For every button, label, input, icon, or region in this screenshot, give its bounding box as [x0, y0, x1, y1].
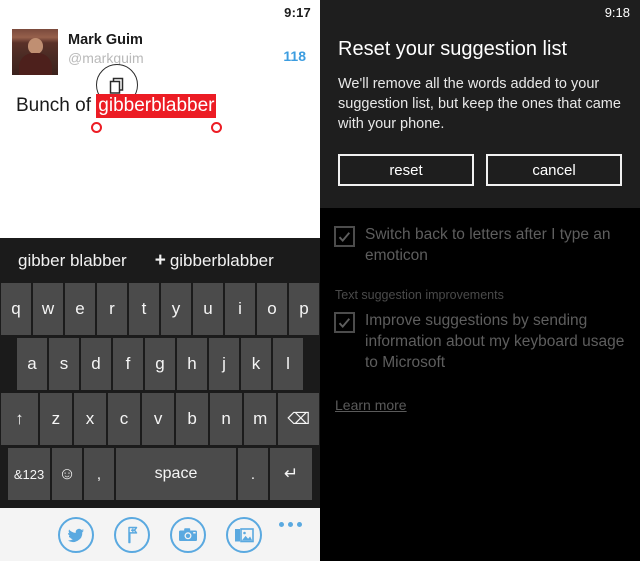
key-h[interactable]: h	[177, 338, 207, 390]
on-screen-keyboard: gibber blabber + gibberblabber q w e r t…	[0, 238, 320, 508]
enter-key[interactable]: ↵	[270, 448, 312, 500]
key-v[interactable]: v	[142, 393, 175, 445]
emoji-key[interactable]: ☺	[52, 448, 82, 500]
key-a[interactable]: a	[17, 338, 47, 390]
status-bar-right: 9:18	[320, 0, 640, 24]
cancel-button[interactable]: cancel	[486, 154, 622, 186]
key-x[interactable]: x	[73, 393, 106, 445]
app-bar	[0, 508, 320, 561]
key-o[interactable]: o	[257, 283, 287, 335]
section-header-text-suggestion-improvements: Text suggestion improvements	[335, 288, 504, 302]
keyboard-row-2: a s d f g h j k l	[0, 338, 320, 390]
setting-label: Improve suggestions by sending informati…	[365, 312, 625, 371]
shift-key[interactable]: ↑	[1, 393, 38, 445]
checkbox-checked-icon[interactable]	[334, 226, 355, 247]
author-handle: @markguim	[68, 50, 144, 66]
keyboard-row-3: ↑ z x c v b n m ⌫	[0, 393, 320, 445]
key-l[interactable]: l	[273, 338, 303, 390]
learn-more-link[interactable]: Learn more	[335, 397, 407, 413]
key-y[interactable]: y	[161, 283, 191, 335]
camera-icon[interactable]	[170, 516, 206, 553]
status-bar-left: 9:17	[0, 0, 320, 24]
settings-list-dimmed: Switch back to letters after I type an e…	[320, 208, 640, 415]
key-n[interactable]: n	[210, 393, 243, 445]
character-count: 118	[283, 48, 306, 64]
key-q[interactable]: q	[1, 283, 31, 335]
more-dot	[279, 522, 284, 527]
keyboard-row-4: &123 ☺ , space . ↵	[0, 448, 320, 500]
author-name: Mark Guim	[68, 32, 143, 48]
dialog-title: Reset your suggestion list	[338, 38, 568, 60]
suggestion-label: gibber blabber	[18, 251, 127, 270]
right-panel-keyboard-settings: 9:18 Reset your suggestion list We'll re…	[320, 0, 640, 561]
more-dot	[288, 522, 293, 527]
checkbox-checked-icon[interactable]	[334, 312, 355, 333]
location-pin-icon[interactable]	[114, 516, 150, 553]
left-panel-twitter-compose: 9:17 Mark Guim @markguim 118 Bunch of gi…	[0, 0, 320, 561]
backspace-key[interactable]: ⌫	[278, 393, 320, 445]
status-time: 9:18	[604, 4, 630, 20]
avatar[interactable]	[12, 29, 58, 75]
setting-switch-back-to-letters[interactable]: Switch back to letters after I type an e…	[334, 224, 626, 266]
author-block: Mark Guim @markguim	[68, 29, 144, 68]
key-e[interactable]: e	[65, 283, 95, 335]
key-f[interactable]: f	[113, 338, 143, 390]
keyboard-row-1: q w e r t y u i o p	[0, 283, 320, 335]
compose-text-plain: Bunch of	[16, 95, 97, 116]
suggestion-item-0[interactable]: gibber blabber	[18, 251, 127, 271]
reset-button[interactable]: reset	[338, 154, 474, 186]
reset-suggestion-dialog: Reset your suggestion list We'll remove …	[320, 24, 640, 208]
numbers-symbols-key[interactable]: &123	[8, 448, 50, 500]
compose-text[interactable]: Bunch of gibberblabber	[16, 93, 223, 133]
key-j[interactable]: j	[209, 338, 239, 390]
tweet-icon[interactable]	[58, 516, 94, 553]
plus-icon: +	[154, 250, 166, 271]
dual-screenshot-composite: 9:17 Mark Guim @markguim 118 Bunch of gi…	[0, 0, 640, 561]
suggestion-label: gibberblabber	[169, 251, 274, 270]
key-c[interactable]: c	[108, 393, 141, 445]
more-dot	[297, 522, 302, 527]
text-selection[interactable]: gibberblabber	[91, 93, 223, 133]
key-r[interactable]: r	[97, 283, 127, 335]
period-key[interactable]: .	[238, 448, 268, 500]
key-b[interactable]: b	[176, 393, 209, 445]
key-w[interactable]: w	[33, 283, 63, 335]
photos-icon[interactable]	[226, 516, 262, 553]
status-time: 9:17	[284, 4, 311, 20]
key-p[interactable]: p	[289, 283, 319, 335]
more-ellipsis-icon[interactable]	[279, 522, 302, 527]
setting-label: Switch back to letters after I type an e…	[365, 226, 611, 264]
selected-text[interactable]: gibberblabber	[96, 94, 217, 118]
key-d[interactable]: d	[81, 338, 111, 390]
space-key[interactable]: space	[116, 448, 236, 500]
key-k[interactable]: k	[241, 338, 271, 390]
suggestion-bar: gibber blabber + gibberblabber	[0, 239, 320, 283]
key-t[interactable]: t	[129, 283, 159, 335]
suggestion-item-1[interactable]: + gibberblabber	[155, 250, 274, 272]
dialog-message: We'll remove all the words added to your…	[338, 76, 621, 132]
key-g[interactable]: g	[145, 338, 175, 390]
compose-body[interactable]: Bunch of gibberblabber	[0, 75, 320, 133]
setting-improve-suggestions[interactable]: Improve suggestions by sending informati…	[334, 310, 626, 373]
dialog-actions: reset cancel	[338, 154, 622, 186]
comma-key[interactable]: ,	[84, 448, 114, 500]
key-s[interactable]: s	[49, 338, 79, 390]
key-m[interactable]: m	[244, 393, 277, 445]
selection-handle-end[interactable]	[211, 122, 223, 133]
key-i[interactable]: i	[225, 283, 255, 335]
compose-header: Mark Guim @markguim 118	[0, 24, 320, 106]
key-u[interactable]: u	[193, 283, 223, 335]
selection-handle-start[interactable]	[91, 122, 103, 133]
key-z[interactable]: z	[39, 393, 72, 445]
